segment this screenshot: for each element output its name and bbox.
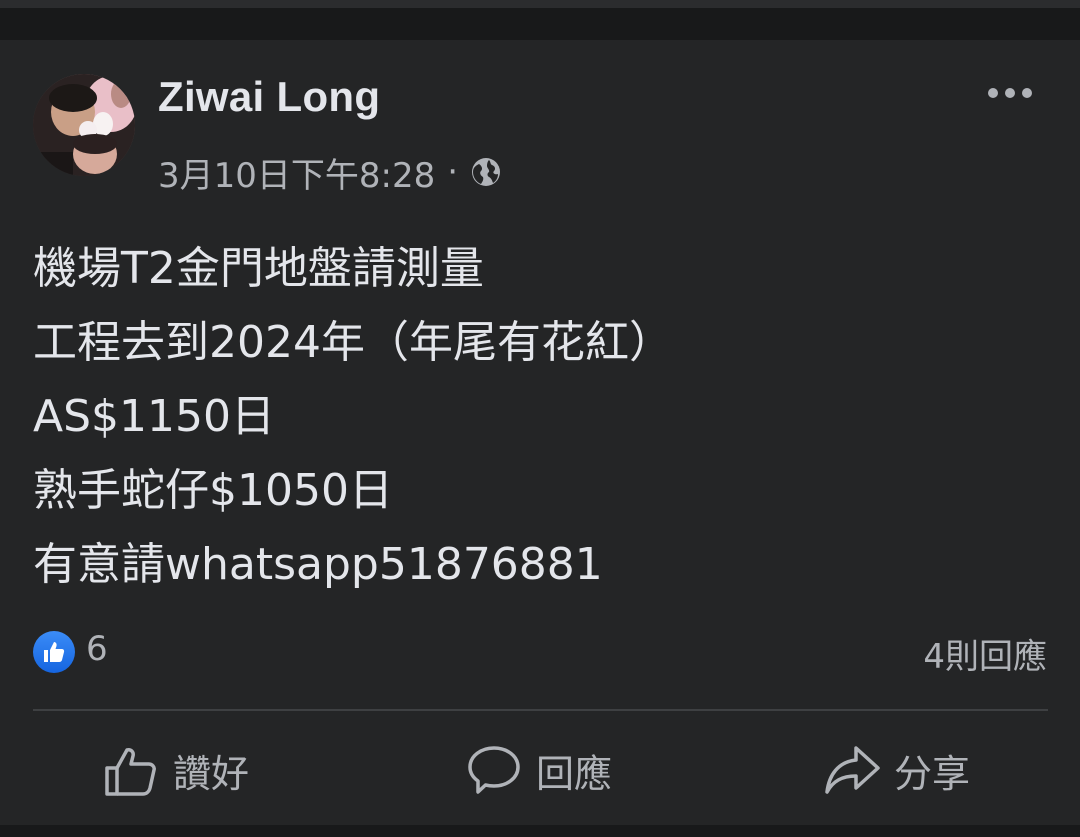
like-count[interactable]: 6: [86, 629, 108, 669]
more-dot: [1005, 88, 1015, 98]
like-reaction-icon[interactable]: [33, 631, 75, 673]
comment-bubble-icon: [466, 742, 522, 798]
post-line: 機場T2金門地盤請測量: [33, 243, 484, 294]
comment-count[interactable]: 4則回應: [923, 629, 1047, 678]
share-arrow-icon: [824, 742, 880, 798]
post-meta: 3月10日下午8:28 ·: [158, 148, 502, 197]
post-line: 工程去到2024年（年尾有花紅）: [33, 317, 673, 368]
post-timestamp[interactable]: 3月10日下午8:28: [158, 148, 435, 197]
divider: [33, 709, 1048, 711]
thumbs-up-icon: [103, 742, 159, 798]
post-line: 有意請whatsapp51876881: [33, 539, 603, 590]
post-body: 機場T2金門地盤請測量 工程去到2024年（年尾有花紅） AS$1150日 熟手…: [33, 232, 1043, 602]
post-line: AS$1150日: [33, 391, 275, 442]
post-line: 熟手蛇仔$1050日: [33, 465, 393, 516]
more-dot: [1022, 88, 1032, 98]
feed-gap-bottom: [0, 825, 1080, 837]
like-button-label: 讚好: [173, 751, 250, 796]
comment-button[interactable]: 回應: [466, 740, 612, 800]
share-button[interactable]: 分享: [824, 740, 970, 800]
meta-separator: ·: [447, 152, 459, 192]
avatar[interactable]: [33, 74, 135, 176]
share-button-label: 分享: [894, 751, 971, 796]
feed-gap: [0, 8, 1080, 40]
like-button[interactable]: 讚好: [103, 740, 249, 800]
author-name[interactable]: Ziwai Long: [158, 73, 380, 121]
comment-button-label: 回應: [536, 751, 613, 796]
top-strip: [0, 0, 1080, 8]
globe-icon: [470, 156, 502, 188]
more-options-icon[interactable]: [988, 86, 1032, 100]
more-dot: [988, 88, 998, 98]
